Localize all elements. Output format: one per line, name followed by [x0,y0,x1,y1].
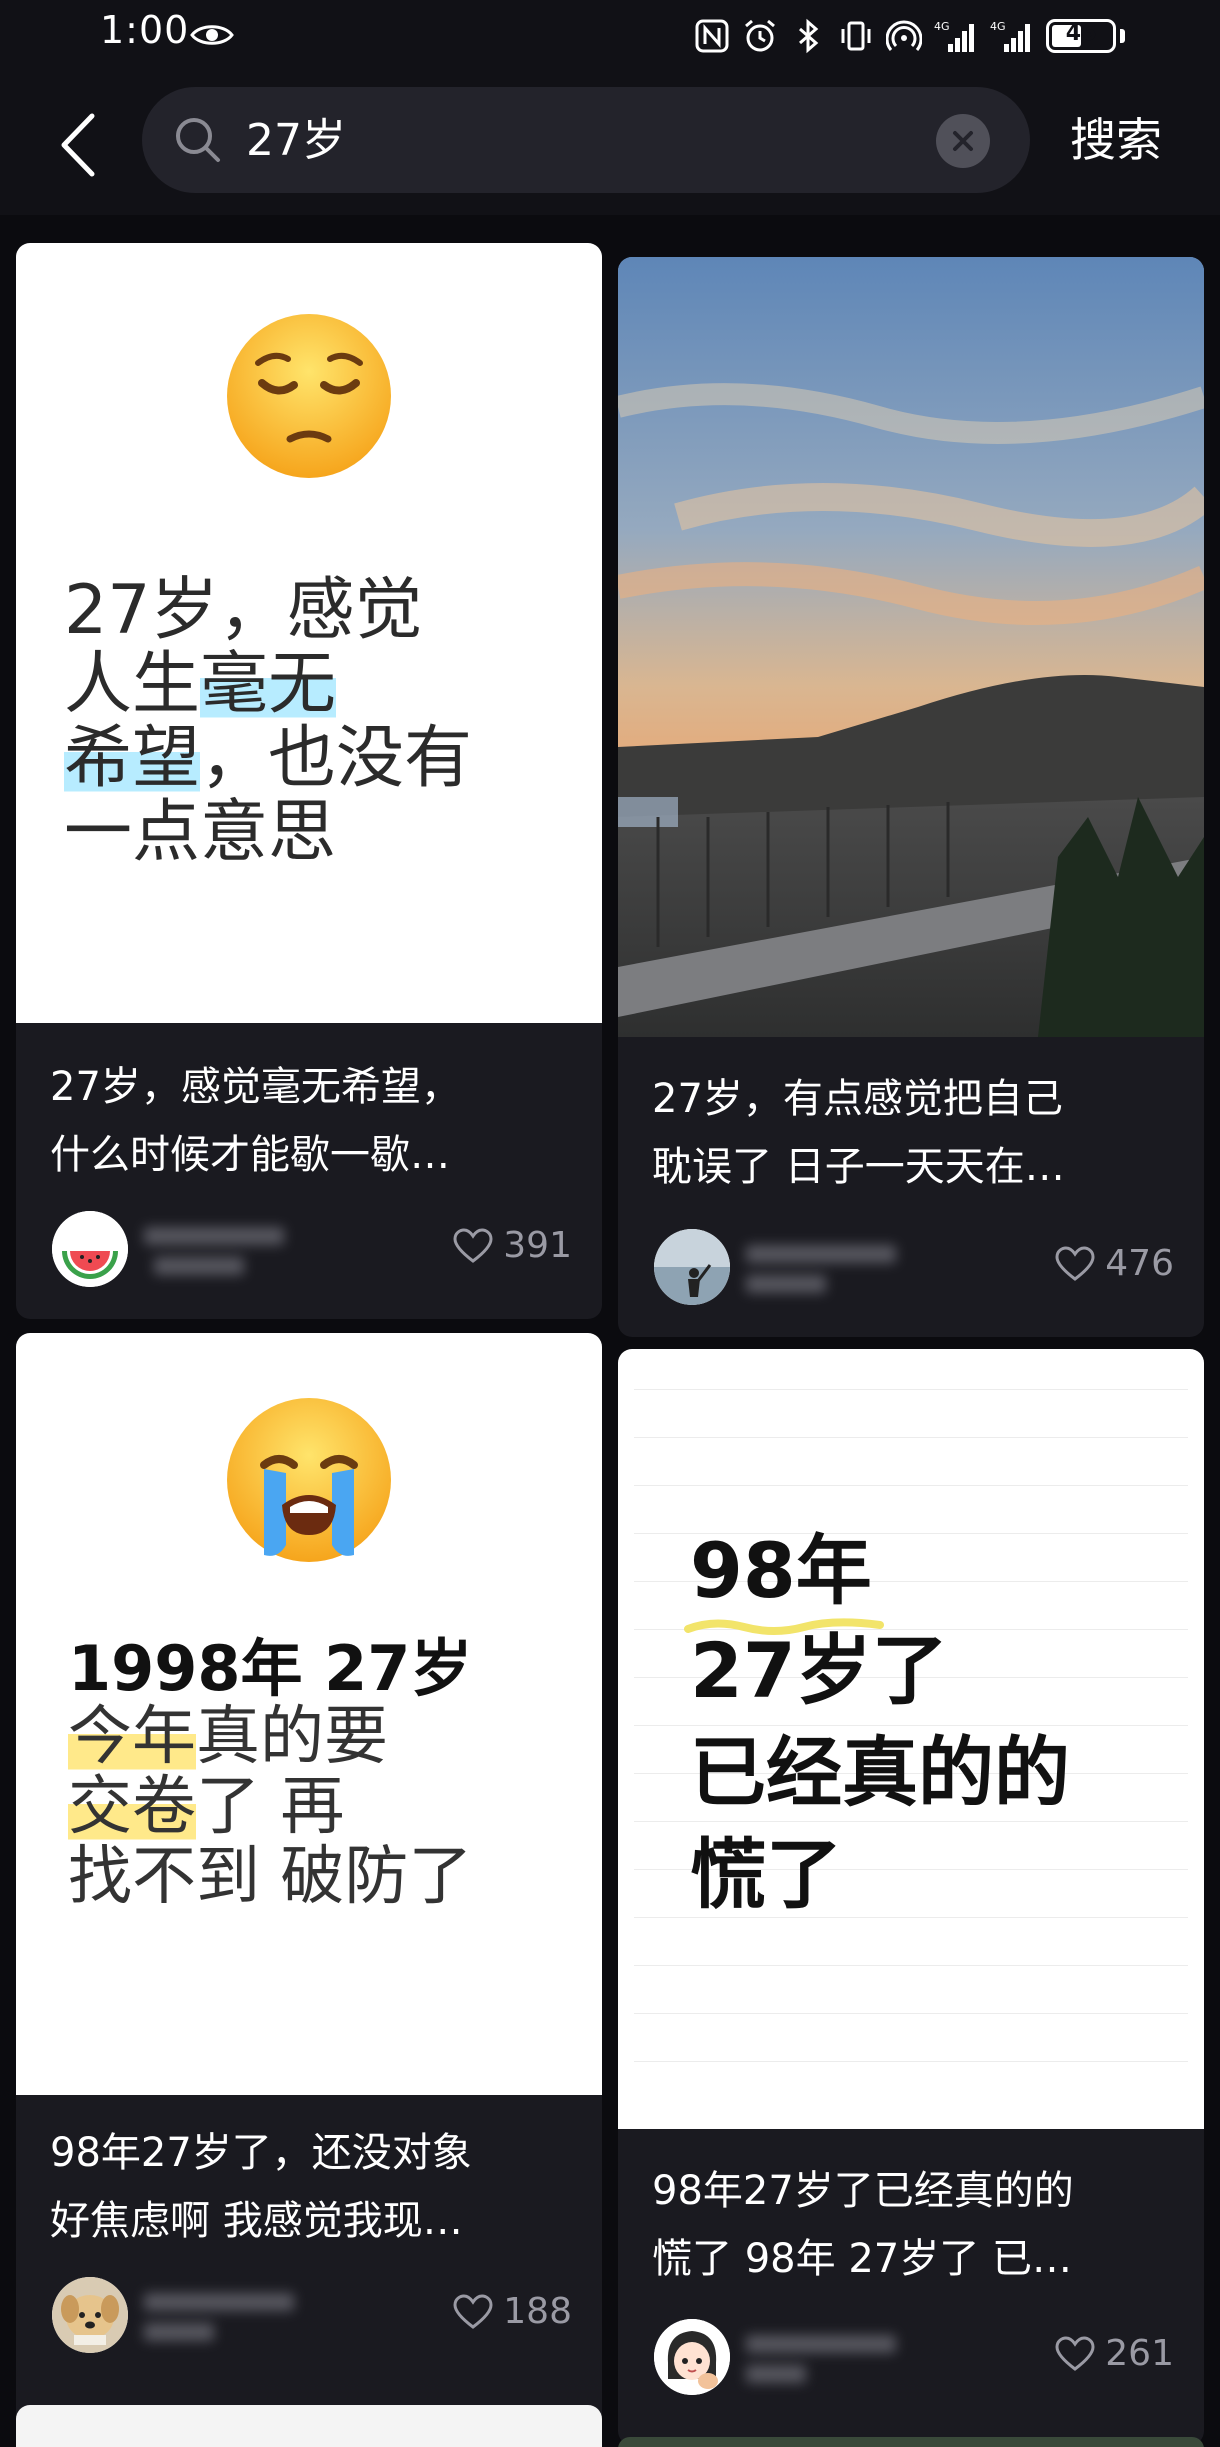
svg-text:4G: 4G [934,20,950,33]
battery-level: 46 [1065,21,1097,46]
avatar[interactable] [654,2319,730,2395]
like-count-value: 391 [503,1225,572,1266]
like-count-value: 476 [1105,1243,1174,1284]
card-footer: 476 [654,1229,1174,1309]
watermelon-avatar-icon [52,1211,128,1287]
card-title-line: 98年27岁了已经真的的 [652,2168,1074,2214]
chevron-left-icon [61,113,95,177]
dog-avatar-icon [52,2277,128,2353]
search-icon [176,118,220,162]
status-icons: 4G 4G 46 [694,14,1125,58]
cover-line: 找不到 破防了 [68,1840,473,1914]
cover-line: 98年 [690,1526,872,1615]
status-bar: 1:00 4G 4G 46 [0,0,1220,75]
person-avatar-icon [654,1229,730,1305]
cover-line: 慌了 [690,1830,842,1919]
cover-highlight: 今年 [68,1700,196,1774]
like-count-value: 188 [503,2291,572,2332]
sunset-photo [618,257,1204,1037]
cartoon-girl-avatar-icon [654,2319,730,2395]
avatar[interactable] [52,2277,128,2353]
heart-icon [1055,1245,1095,1281]
like-count[interactable]: 188 [453,2291,572,2332]
search-results-screen: 1:00 4G 4G 46 27岁 搜索 27岁，感觉 人生毫无 希望，也没有 … [0,0,1220,2447]
card-footer: 188 [52,2277,572,2357]
note-card[interactable]: 98年 27岁了 已经真的的 慌了 98年27岁了已经真的的 慌了 98年 27… [618,1349,1204,2445]
card-cover: 1998年 27岁 今年真的要 交卷了 再 找不到 破防了 [16,1333,602,2095]
card-title-line: 27岁，有点感觉把自己 [652,1076,1063,1122]
back-button[interactable] [50,107,106,183]
username-redacted [144,1221,294,1283]
card-cover: 98年 27岁了 已经真的的 慌了 [618,1349,1204,2129]
card-title-line: 98年27岁了，还没对象 [50,2130,472,2176]
signal-icon-2: 4G [990,20,1030,52]
heart-icon [453,2293,493,2329]
alarm-icon [745,19,775,52]
search-input[interactable] [244,105,868,177]
like-count[interactable]: 261 [1055,2333,1174,2374]
next-card-peek [16,2405,602,2447]
username-redacted [746,1239,896,1301]
search-header: 搜索 [0,75,1220,215]
heart-icon [453,1227,493,1263]
cover-highlight: 交卷 [68,1770,196,1844]
clear-search-button[interactable] [936,114,990,168]
note-card[interactable]: 27岁，感觉 人生毫无 希望，也没有 一点意思 27岁，感觉毫无希望， 什么时候… [16,243,602,1319]
card-title-line: 耽误了 日子一天天在… [652,1144,1065,1190]
like-count[interactable]: 391 [453,1225,572,1266]
card-title-line: 好焦虑啊 我感觉我现… [50,2198,463,2244]
like-count-value: 261 [1105,2333,1174,2374]
card-cover: 27岁，感觉 人生毫无 希望，也没有 一点意思 [16,243,602,1023]
close-icon [953,131,973,151]
username-redacted [746,2329,896,2391]
crying-face-icon [227,1398,391,1562]
card-title-line: 什么时候才能歇一歇… [50,1132,450,1178]
hotspot-icon [886,20,922,51]
cover-line-part: 了 再 [196,1770,345,1844]
card-title-line: 27岁，感觉毫无希望， [50,1064,461,1110]
nfc-icon [695,19,729,53]
battery-icon: 46 [1046,19,1116,53]
eye-icon [190,25,234,45]
avatar[interactable] [52,1211,128,1287]
cover-line: 已经真的的 [690,1728,1070,1817]
cover-line-part: 真的要 [196,1700,388,1774]
card-title-line: 慌了 98年 27岁了 已… [652,2236,1072,2282]
svg-text:4G: 4G [990,20,1006,33]
card-footer: 261 [654,2319,1174,2399]
note-card[interactable]: 1998年 27岁 今年真的要 交卷了 再 找不到 破防了 98年27岁了，还没… [16,1333,602,2429]
cover-line: 27岁了 [690,1626,948,1715]
like-count[interactable]: 476 [1055,1243,1174,1284]
search-submit-button[interactable]: 搜索 [1070,105,1162,175]
card-cover [618,257,1204,1037]
heart-icon [1055,2335,1095,2371]
card-title: 98年27岁了，还没对象 好焦虑啊 我感觉我现… [50,2119,570,2255]
bluetooth-icon [799,18,819,54]
card-title: 27岁，感觉毫无希望， 什么时候才能歇一歇… [50,1053,570,1189]
note-card[interactable]: 27岁，有点感觉把自己 耽误了 日子一天天在… 476 [618,257,1204,1337]
status-time: 1:00 [100,8,190,52]
avatar[interactable] [654,1229,730,1305]
signal-icon-1: 4G [934,20,974,52]
card-title: 27岁，有点感觉把自己 耽误了 日子一天天在… [652,1065,1172,1201]
pensive-face-icon [227,314,391,478]
card-title: 98年27岁了已经真的的 慌了 98年 27岁了 已… [652,2157,1172,2293]
next-card-peek [618,2437,1204,2447]
username-redacted [144,2287,294,2349]
card-footer: 391 [52,1211,572,1291]
cover-line: 一点意思 [64,793,337,872]
search-box[interactable] [142,87,1030,193]
battery-tip [1120,29,1125,43]
vibrate-icon [841,21,871,51]
